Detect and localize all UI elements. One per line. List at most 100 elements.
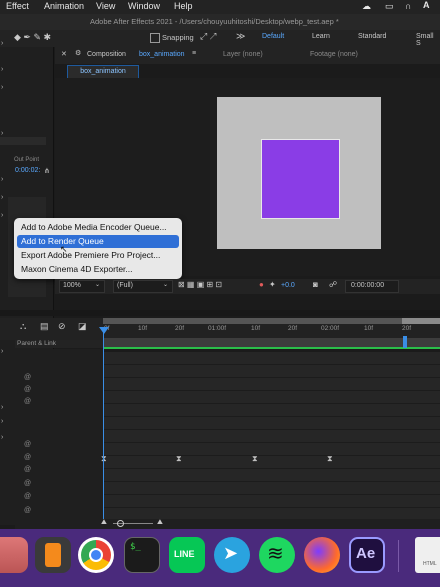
comp-tab-box-animation[interactable]: box_animation — [67, 65, 139, 79]
lock-icon[interactable]: ⚙ — [75, 49, 81, 57]
track-row[interactable] — [103, 391, 440, 404]
track-row[interactable] — [103, 495, 440, 508]
purple-square-layer[interactable] — [261, 139, 340, 219]
chrome-icon[interactable] — [78, 537, 114, 573]
zoom-slider-handle[interactable] — [117, 520, 124, 527]
chevron-right-icon[interactable]: › — [1, 434, 3, 441]
menu-item-export-premiere-project[interactable]: Export Adobe Premiere Pro Project... — [17, 249, 179, 262]
chevron-right-icon[interactable]: › — [1, 130, 3, 137]
telegram-icon[interactable]: ➤ — [214, 537, 250, 573]
region-of-interest-icon[interactable]: ⊠ ▦ ▣ ⊞ ⊡ — [178, 280, 222, 289]
track-row[interactable] — [103, 417, 440, 430]
track-row[interactable] — [103, 456, 440, 469]
camera-icon[interactable]: ◙ — [313, 280, 318, 289]
chevron-right-icon[interactable]: › — [1, 212, 3, 219]
workspace-small-screen[interactable]: Small S — [416, 33, 440, 47]
workspace-standard[interactable]: Standard — [358, 33, 386, 40]
zoom-out-icon[interactable]: ⛰ — [101, 519, 107, 527]
track-row[interactable] — [103, 378, 440, 391]
tab-footage[interactable]: Footage (none) — [310, 51, 358, 58]
chevron-right-icon[interactable]: › — [1, 418, 3, 425]
track-row[interactable] — [103, 430, 440, 443]
line-label: LINE — [174, 549, 195, 559]
show-snapshot-icon[interactable]: ☍ — [329, 280, 337, 289]
snapping-checkbox[interactable] — [150, 33, 160, 43]
keyframe-icon[interactable]: ⧗ — [176, 454, 182, 464]
line-icon[interactable]: LINE — [169, 537, 205, 573]
pick-whip-icon[interactable]: @ — [24, 493, 31, 500]
launchpad-icon[interactable] — [0, 537, 28, 573]
work-area-bar[interactable] — [103, 318, 440, 324]
resolution-value: (Full) — [117, 282, 133, 289]
menu-effect[interactable]: Effect — [6, 1, 29, 11]
workspace-default[interactable]: Default — [262, 33, 284, 40]
pick-whip-icon[interactable]: @ — [24, 386, 31, 393]
graph-editor-icon[interactable]: ◪ — [78, 321, 87, 332]
spotify-icon[interactable]: ≋ — [259, 537, 295, 573]
playhead-icon[interactable] — [99, 327, 109, 334]
airplay-icon[interactable]: ▭ — [385, 1, 394, 12]
menu-item-add-to-media-encoder[interactable]: Add to Adobe Media Encoder Queue... — [17, 221, 179, 234]
menu-animation[interactable]: Animation — [44, 1, 84, 11]
work-area-end[interactable] — [402, 318, 440, 324]
firefox-icon[interactable] — [304, 537, 340, 573]
out-point-value[interactable]: 0:00:02: — [15, 167, 40, 174]
terminal-prompt: $_ — [130, 542, 141, 552]
paper-plane-icon: ➤ — [223, 543, 239, 563]
track-row[interactable] — [103, 469, 440, 482]
color-channels-icon[interactable]: ● — [259, 280, 264, 289]
pen-tool-icon[interactable]: ◆ ✒ ✎ ✱ — [14, 32, 51, 43]
chevron-right-icon[interactable]: › — [1, 176, 3, 183]
track-row[interactable] — [103, 443, 440, 456]
close-icon[interactable]: ✕ — [61, 50, 67, 58]
tab-layer[interactable]: Layer (none) — [223, 51, 263, 58]
pick-whip-icon[interactable]: @ — [24, 507, 31, 514]
chevron-right-icon[interactable]: › — [1, 40, 3, 47]
text-input-icon[interactable]: A — [423, 0, 430, 10]
panel-menu-icon[interactable]: ≡ — [192, 50, 196, 57]
keyframe-icon[interactable]: ⧗ — [327, 454, 333, 464]
keyframe-icon[interactable]: ⧗ — [252, 454, 258, 464]
menu-window[interactable]: Window — [128, 1, 160, 11]
chevron-right-icon[interactable]: › — [1, 66, 3, 73]
pick-whip-icon[interactable]: @ — [24, 374, 31, 381]
track-row[interactable] — [103, 352, 440, 365]
current-time-indicator[interactable] — [103, 332, 104, 522]
snap-options-icon[interactable]: ⤢ ↗ — [200, 31, 217, 42]
chevron-right-icon[interactable]: › — [1, 84, 3, 91]
exposure-icon[interactable]: ✦ — [269, 280, 276, 289]
menu-item-cinema-4d-exporter[interactable]: Maxon Cinema 4D Exporter... — [17, 263, 179, 276]
chevron-right-icon[interactable]: › — [1, 194, 3, 201]
menu-item-add-to-render-queue[interactable]: Add to Render Queue — [17, 235, 179, 248]
motion-blur-icon[interactable]: ⊘ — [58, 321, 66, 332]
html-document-icon[interactable]: HTML — [415, 537, 440, 573]
pick-whip-icon[interactable]: @ — [24, 454, 31, 461]
chevron-down-icon[interactable]: ⌄ — [163, 281, 168, 288]
creative-cloud-icon[interactable]: ☁ — [362, 1, 371, 12]
pick-whip-icon[interactable]: @ — [24, 398, 31, 405]
track-row[interactable] — [103, 482, 440, 495]
menu-view[interactable]: View — [96, 1, 115, 11]
zoom-in-icon[interactable]: ⛰ — [157, 519, 163, 527]
pick-whip-icon[interactable]: @ — [24, 466, 31, 473]
terminal-icon[interactable]: $_ — [124, 537, 160, 573]
workspace-menu-icon[interactable]: ≫ — [236, 31, 245, 42]
chevron-right-icon[interactable]: › — [1, 348, 3, 355]
exposure-value[interactable]: +0.0 — [281, 282, 295, 289]
chevron-down-icon[interactable]: ⌄ — [95, 281, 100, 288]
work-area-end-handle[interactable] — [403, 336, 407, 348]
frame-blending-icon[interactable]: ▤ — [40, 321, 49, 332]
headphones-icon[interactable]: ∩ — [405, 1, 411, 11]
chevron-right-icon[interactable]: › — [1, 404, 3, 411]
sublime-text-icon[interactable] — [35, 537, 71, 573]
pick-whip-icon[interactable]: @ — [24, 441, 31, 448]
pick-whip-icon[interactable]: @ — [24, 480, 31, 487]
workspace-learn[interactable]: Learn — [312, 33, 330, 40]
track-row[interactable] — [103, 365, 440, 378]
track-row[interactable] — [103, 404, 440, 417]
menu-help[interactable]: Help — [174, 1, 193, 11]
composition-label: Composition — [87, 51, 126, 58]
composition-name[interactable]: box_animation — [139, 51, 185, 58]
after-effects-icon[interactable]: Ae — [349, 537, 385, 573]
shy-layers-icon[interactable]: ⛬ — [20, 321, 26, 332]
